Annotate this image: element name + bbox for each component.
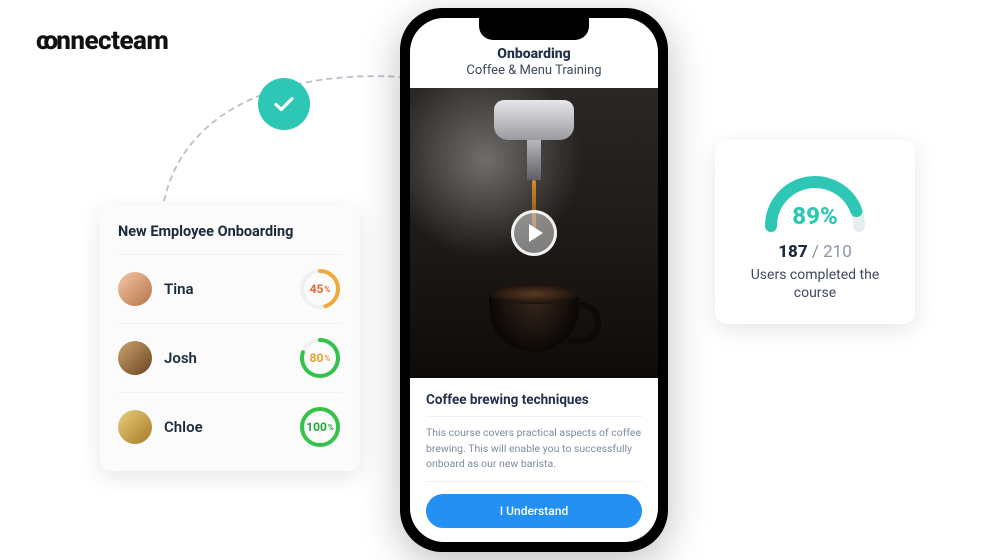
phone-notch: [479, 18, 589, 40]
progress-ring: 80%: [298, 336, 342, 380]
espresso-machine-icon: [494, 100, 574, 190]
progress-ring: 45%: [298, 267, 342, 311]
employee-onboarding-card: New Employee Onboarding Tina 45% Josh 80…: [100, 205, 360, 471]
progress-ring: 100%: [298, 405, 342, 449]
avatar: [118, 341, 152, 375]
phone-frame: Onboarding Coffee & Menu Training Coffee…: [400, 8, 668, 552]
employee-name: Tina: [164, 280, 298, 298]
avatar: [118, 272, 152, 306]
course-video[interactable]: [410, 88, 658, 378]
completion-percent: 89%: [755, 202, 875, 230]
employee-name: Josh: [164, 349, 298, 367]
phone-screen: Onboarding Coffee & Menu Training Coffee…: [410, 18, 658, 542]
avatar: [118, 410, 152, 444]
course-header-subtitle: Coffee & Menu Training: [420, 63, 648, 78]
employee-name: Chloe: [164, 418, 298, 436]
course-section-description: This course covers practical aspects of …: [426, 416, 642, 482]
employee-row[interactable]: Tina 45%: [118, 254, 342, 323]
employee-card-title: New Employee Onboarding: [118, 223, 342, 240]
employee-row[interactable]: Josh 80%: [118, 323, 342, 392]
brand-logo: connecteam: [36, 26, 168, 56]
completion-card: 89% 187 / 210 Users completed the course: [715, 140, 915, 324]
coffee-cup-icon: [489, 294, 579, 352]
understand-button[interactable]: I Understand: [426, 494, 642, 528]
check-icon: [272, 92, 296, 116]
completion-gauge: 89%: [755, 160, 875, 236]
course-header-title: Onboarding: [420, 46, 648, 62]
course-section-title: Coffee brewing techniques: [426, 392, 642, 408]
employee-row[interactable]: Chloe 100%: [118, 392, 342, 461]
play-icon[interactable]: [511, 210, 557, 256]
check-badge: [258, 78, 310, 130]
